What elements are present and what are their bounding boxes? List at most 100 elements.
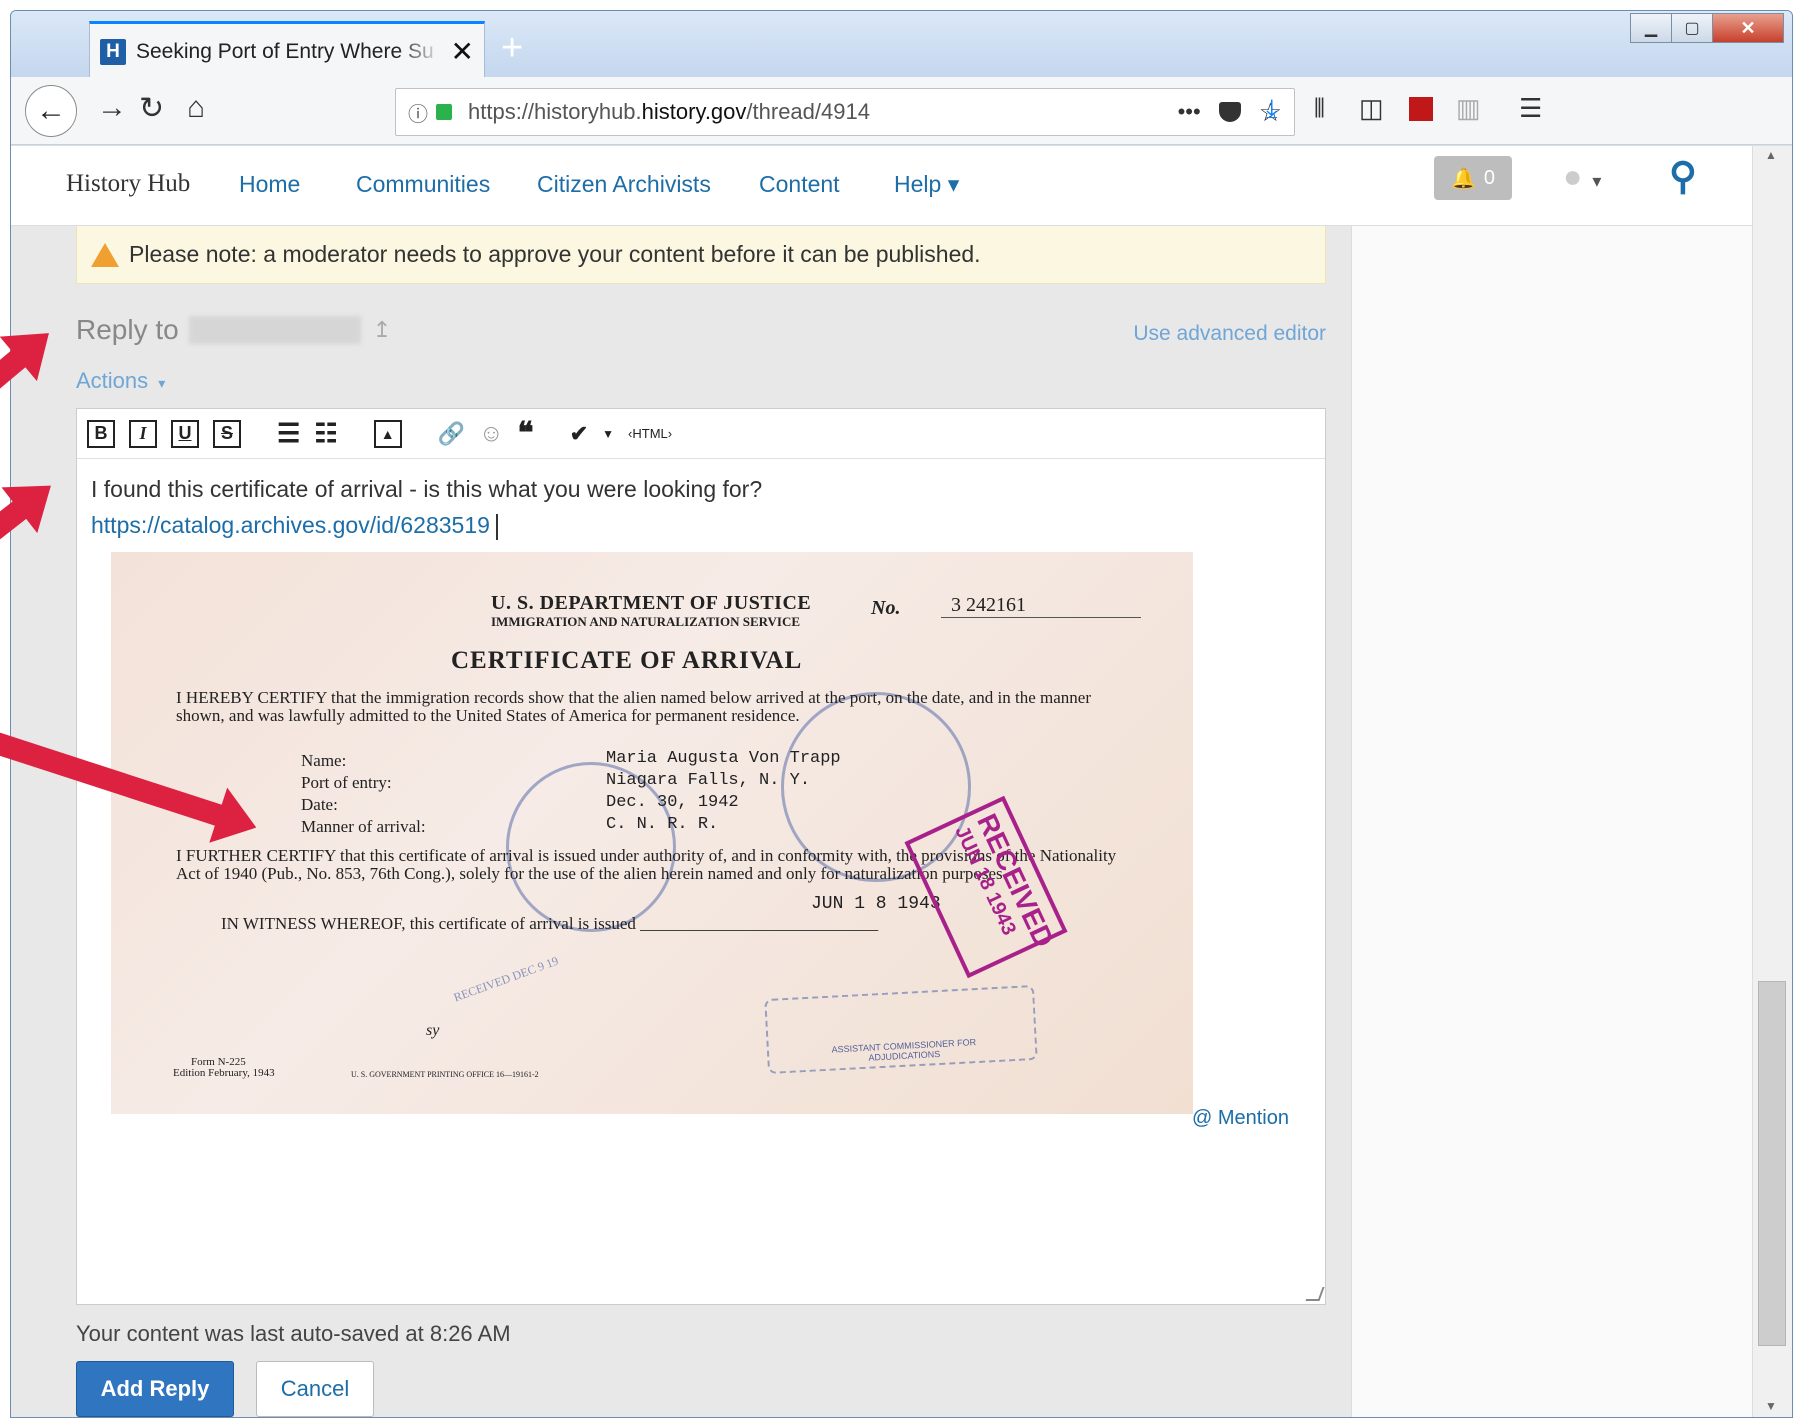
notifications-count: 0 [1483, 166, 1496, 189]
page-actions-icon[interactable]: ••• [1178, 99, 1201, 125]
minimize-button[interactable]: ▁ [1630, 13, 1672, 43]
forward-icon[interactable]: → [97, 91, 127, 125]
insert-image-icon[interactable]: ▲ [373, 419, 402, 448]
url-path: /thread/4914 [746, 99, 870, 124]
scrollbar-thumb[interactable] [1758, 981, 1786, 1346]
cert-label-manner: Manner of arrival: [301, 817, 426, 836]
reply-to-heading: Reply to ↥ [76, 314, 391, 346]
cert-label-date: Date: [301, 795, 338, 814]
notice-text: Please note: a moderator needs to approv… [129, 241, 981, 267]
underline-button[interactable]: U [171, 419, 199, 448]
cert-value-manner: C. N. R. R. [606, 815, 719, 834]
reader-icon[interactable]: ▥ [1456, 93, 1481, 124]
reply-to-label: Reply to [76, 314, 179, 345]
cert-field-labels: Name: Port of entry: Date: Manner of arr… [301, 750, 426, 838]
pdf-icon[interactable] [1409, 97, 1433, 121]
new-tab-button[interactable]: + [501, 27, 523, 70]
reply-editor[interactable]: B I U S ☰ ☷ ▲ 🔗 ☺ ❝ ✔ ▼ ‹HTML› I found t… [76, 408, 1326, 1305]
bold-button[interactable]: B [87, 419, 115, 448]
menu-icon[interactable]: ☰ [1519, 93, 1542, 124]
catalog-link[interactable]: https://catalog.archives.gov/id/6283519 [91, 512, 490, 538]
cert-number-label: No. [871, 597, 901, 619]
autosave-status: Your content was last auto-saved at 8:26… [76, 1321, 511, 1346]
browser-toolbar: ← → ↻ ⌂ ⓘ https://historyhub. history.gov… [11, 77, 1792, 145]
cert-value-name: Maria Augusta Von Trapp [606, 749, 841, 768]
tab-title: Seeking Port of Entry Where Su [136, 39, 434, 63]
info-icon[interactable]: ⓘ [408, 98, 428, 127]
signature-box: ASSISTANT COMMISSIONER FOR ADJUDICATIONS [764, 984, 1038, 1075]
cert-value-date: Dec. 30, 1942 [606, 793, 739, 812]
main-content: Please note: a moderator needs to approv… [66, 226, 1351, 1417]
cert-label-name: Name: [301, 751, 347, 770]
nav-help[interactable]: Help ▾ [894, 171, 959, 198]
close-tab-icon[interactable]: ✕ [451, 35, 474, 68]
lock-icon [436, 104, 452, 120]
nav-home[interactable]: Home [239, 171, 300, 198]
cert-title: CERTIFICATE OF ARRIVAL [451, 647, 803, 674]
scroll-up-icon[interactable]: ▲ [1765, 148, 1777, 162]
cert-issue-date: JUN 1 8 1943 [811, 894, 941, 914]
insert-link-icon[interactable]: 🔗 [438, 421, 465, 447]
cert-number: 3 242161 [941, 594, 1141, 618]
cert-form-number: Form N-225 Edition February, 1943 [173, 1057, 275, 1079]
scrollbar[interactable]: ▲ ▼ [1752, 146, 1792, 1417]
advanced-editor-link[interactable]: Use advanced editor [1133, 322, 1326, 346]
reply-text: I found this certificate of arrival - is… [91, 476, 763, 502]
sidebar-icon[interactable]: ◫ [1359, 93, 1384, 124]
window-controls: ▁ ▢ ✕ [1630, 13, 1784, 43]
url-domain: history.gov [641, 99, 747, 124]
emoji-icon[interactable]: ☺ [479, 420, 504, 448]
strikethrough-button[interactable]: S [213, 419, 241, 448]
right-sidebar [1351, 226, 1752, 1417]
search-icon[interactable]: ⚲ [1669, 154, 1697, 199]
cert-witness: IN WITNESS WHEREOF, this certificate of … [221, 914, 879, 933]
cert-label-port: Port of entry: [301, 773, 392, 792]
download-icon[interactable]: ⤓ [1266, 93, 1278, 125]
home-icon[interactable]: ⌂ [187, 91, 205, 125]
scroll-down-icon[interactable]: ▼ [1765, 1399, 1777, 1413]
actions-label: Actions [76, 368, 149, 393]
cert-paragraph-1: I HEREBY CERTIFY that the immigration re… [176, 688, 1092, 725]
site-brand[interactable]: History Hub [66, 170, 190, 198]
spellcheck-dropdown-icon[interactable]: ▼ [602, 427, 614, 441]
notifications-button[interactable]: 🔔 0 [1434, 156, 1512, 200]
url-bar[interactable]: ⓘ https://historyhub. history.gov/thread/… [395, 88, 1295, 136]
pocket-icon[interactable] [1218, 102, 1241, 122]
numbered-list-icon[interactable]: ☷ [314, 418, 337, 449]
browser-window: H Seeking Port of Entry Where Su ✕ + ▁ ▢… [10, 10, 1793, 1418]
add-reply-button[interactable]: Add Reply [76, 1361, 234, 1417]
certificate-image: U. S. DEPARTMENT OF JUSTICE IMMIGRATION … [111, 552, 1193, 1114]
nav-content[interactable]: Content [759, 171, 840, 198]
reload-icon[interactable]: ↻ [139, 91, 164, 126]
signature-caption: ASSISTANT COMMISSIONER FOR ADJUDICATIONS [831, 1037, 977, 1063]
cert-witness-text: IN WITNESS WHEREOF, this certificate of … [221, 914, 636, 933]
site-navigation: History Hub Home Communities Citizen Arc… [11, 146, 1752, 226]
spellcheck-icon[interactable]: ✔ [570, 421, 588, 447]
nav-citizen-archivists[interactable]: Citizen Archivists [537, 171, 711, 198]
html-source-button[interactable]: ‹HTML› [628, 426, 672, 441]
moderation-notice: Please note: a moderator needs to approv… [76, 226, 1326, 284]
cert-gpo: U. S. GOVERNMENT PRINTING OFFICE 16—1916… [351, 1070, 539, 1079]
circle-stamp-text: RECEIVED DEC 9 19 [451, 953, 561, 1005]
actions-dropdown[interactable]: Actions ▾ [76, 368, 165, 394]
text-caret [495, 513, 498, 540]
browser-tab[interactable]: H Seeking Port of Entry Where Su ✕ [89, 21, 485, 79]
cert-service: IMMIGRATION AND NATURALIZATION SERVICE [491, 614, 801, 629]
cancel-button[interactable]: Cancel [256, 1361, 374, 1417]
italic-button[interactable]: I [129, 419, 157, 448]
user-avatar-icon[interactable]: ● ▾ [1563, 158, 1601, 195]
jump-up-icon[interactable]: ↥ [373, 317, 391, 343]
editor-toolbar: B I U S ☰ ☷ ▲ 🔗 ☺ ❝ ✔ ▼ ‹HTML› [77, 409, 1325, 459]
library-icon[interactable]: ⫴ [1314, 93, 1325, 125]
bullet-list-icon[interactable]: ☰ [277, 418, 300, 449]
resize-handle[interactable] [1305, 1287, 1325, 1301]
editor-body[interactable]: I found this certificate of arrival - is… [91, 471, 762, 543]
back-button[interactable]: ← [25, 85, 77, 137]
blockquote-icon[interactable]: ❝ [518, 416, 534, 451]
close-window-button[interactable]: ✕ [1712, 13, 1784, 43]
mention-button[interactable]: @ Mention [1192, 1107, 1289, 1130]
nav-communities[interactable]: Communities [356, 171, 490, 198]
cert-edition: Edition February, 1943 [173, 1067, 275, 1079]
bell-icon: 🔔 [1450, 167, 1476, 190]
maximize-button[interactable]: ▢ [1671, 13, 1713, 43]
